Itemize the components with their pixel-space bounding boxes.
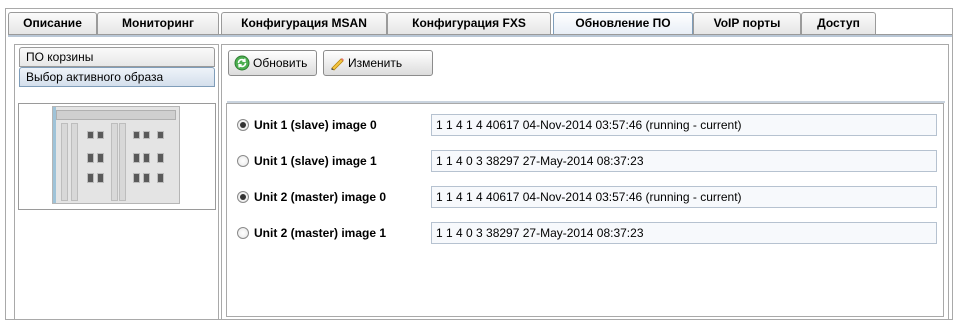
image-version-field: 1 1 4 0 3 38297 27-May-2014 08:37:23 [431, 222, 937, 244]
pencil-icon [331, 58, 344, 71]
tab-bar: Описание Мониторинг Конфигурация MSAN Ко… [8, 12, 952, 37]
tab-label: Доступ [817, 16, 860, 30]
tab-software-update[interactable]: Обновление ПО [553, 12, 693, 34]
image-radio[interactable] [237, 155, 249, 167]
list-divider [227, 101, 945, 103]
refresh-button-label: Обновить [253, 56, 308, 70]
sidebar-item-chassis-software[interactable]: ПО корзины [19, 47, 215, 67]
main-window: Описание Мониторинг Конфигурация MSAN Ко… [5, 8, 953, 320]
image-row-label: Unit 1 (slave) image 0 [254, 118, 377, 132]
sidebar-item-active-image-selection[interactable]: Выбор активного образа [19, 67, 215, 87]
tab-label: VoIP порты [713, 16, 781, 30]
tab-msan-config[interactable]: Конфигурация MSAN [221, 12, 387, 34]
chassis-image [52, 106, 180, 204]
image-version-field: 1 1 4 0 3 38297 27-May-2014 08:37:23 [431, 150, 937, 172]
tab-bar-border [8, 34, 952, 37]
image-radio[interactable] [237, 191, 249, 203]
tab-fxs-config[interactable]: Конфигурация FXS [387, 12, 551, 34]
image-row-label: Unit 2 (master) image 0 [254, 190, 387, 204]
tab-voip-ports[interactable]: VoIP порты [693, 12, 801, 34]
image-row: Unit 2 (master) image 1 1 1 4 0 3 38297 … [233, 222, 939, 246]
content-panel: Обновить Изменить Unit 1 (slave) image 0… [221, 44, 949, 320]
tab-label: Конфигурация FXS [412, 16, 526, 30]
sidebar: ПО корзины Выбор активного образа [14, 44, 219, 320]
edit-button-label: Изменить [348, 56, 403, 70]
edit-button[interactable]: Изменить [323, 50, 433, 76]
refresh-button[interactable]: Обновить [228, 50, 317, 76]
tab-label: Конфигурация MSAN [241, 16, 367, 30]
image-row-label: Unit 1 (slave) image 1 [254, 154, 377, 168]
tab-monitoring[interactable]: Мониторинг [97, 12, 219, 34]
image-list: Unit 1 (slave) image 0 1 1 4 1 4 40617 0… [226, 101, 945, 317]
image-radio[interactable] [237, 119, 249, 131]
chassis-image-box [18, 103, 216, 210]
image-row-label: Unit 2 (master) image 1 [254, 226, 387, 240]
image-radio[interactable] [237, 227, 249, 239]
image-row: Unit 2 (master) image 0 1 1 4 1 4 40617 … [233, 186, 939, 210]
image-version-field: 1 1 4 1 4 40617 04-Nov-2014 03:57:46 (ru… [431, 114, 937, 136]
image-row: Unit 1 (slave) image 1 1 1 4 0 3 38297 2… [233, 150, 939, 174]
refresh-icon [234, 55, 250, 71]
tab-description[interactable]: Описание [8, 12, 97, 34]
image-row: Unit 1 (slave) image 0 1 1 4 1 4 40617 0… [233, 114, 939, 138]
tab-label: Мониторинг [122, 16, 194, 30]
tab-access[interactable]: Доступ [801, 12, 876, 34]
tab-label: Обновление ПО [575, 16, 671, 30]
image-version-field: 1 1 4 1 4 40617 04-Nov-2014 03:57:46 (ru… [431, 186, 937, 208]
tab-label: Описание [23, 16, 82, 30]
sidebar-item-label: ПО корзины [26, 50, 94, 64]
sidebar-item-label: Выбор активного образа [26, 70, 164, 84]
